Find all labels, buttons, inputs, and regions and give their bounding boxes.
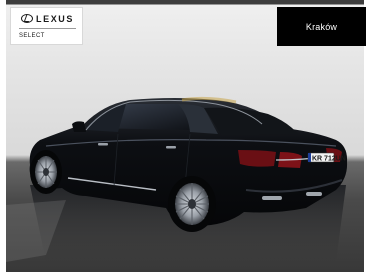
side-mirror — [72, 121, 86, 132]
door-handle-front — [98, 143, 108, 146]
city-label: Kraków — [305, 21, 338, 32]
lexus-emblem-icon — [21, 14, 33, 23]
brand-name: LEXUS — [36, 14, 75, 24]
door-handle-rear — [166, 146, 176, 149]
location-badge: Kraków — [277, 7, 366, 46]
dealer-logo-badge: LEXUS SELECT — [10, 7, 83, 45]
exhaust-tip — [262, 196, 282, 200]
logo-divider — [19, 28, 76, 29]
listing-image-frame: KR 712UN LEXUS SELECT Kraków — [0, 0, 370, 272]
brand-subtitle: SELECT — [19, 33, 45, 39]
license-plate-text: KR 712UN — [312, 156, 346, 163]
tail-light-left — [238, 150, 276, 167]
